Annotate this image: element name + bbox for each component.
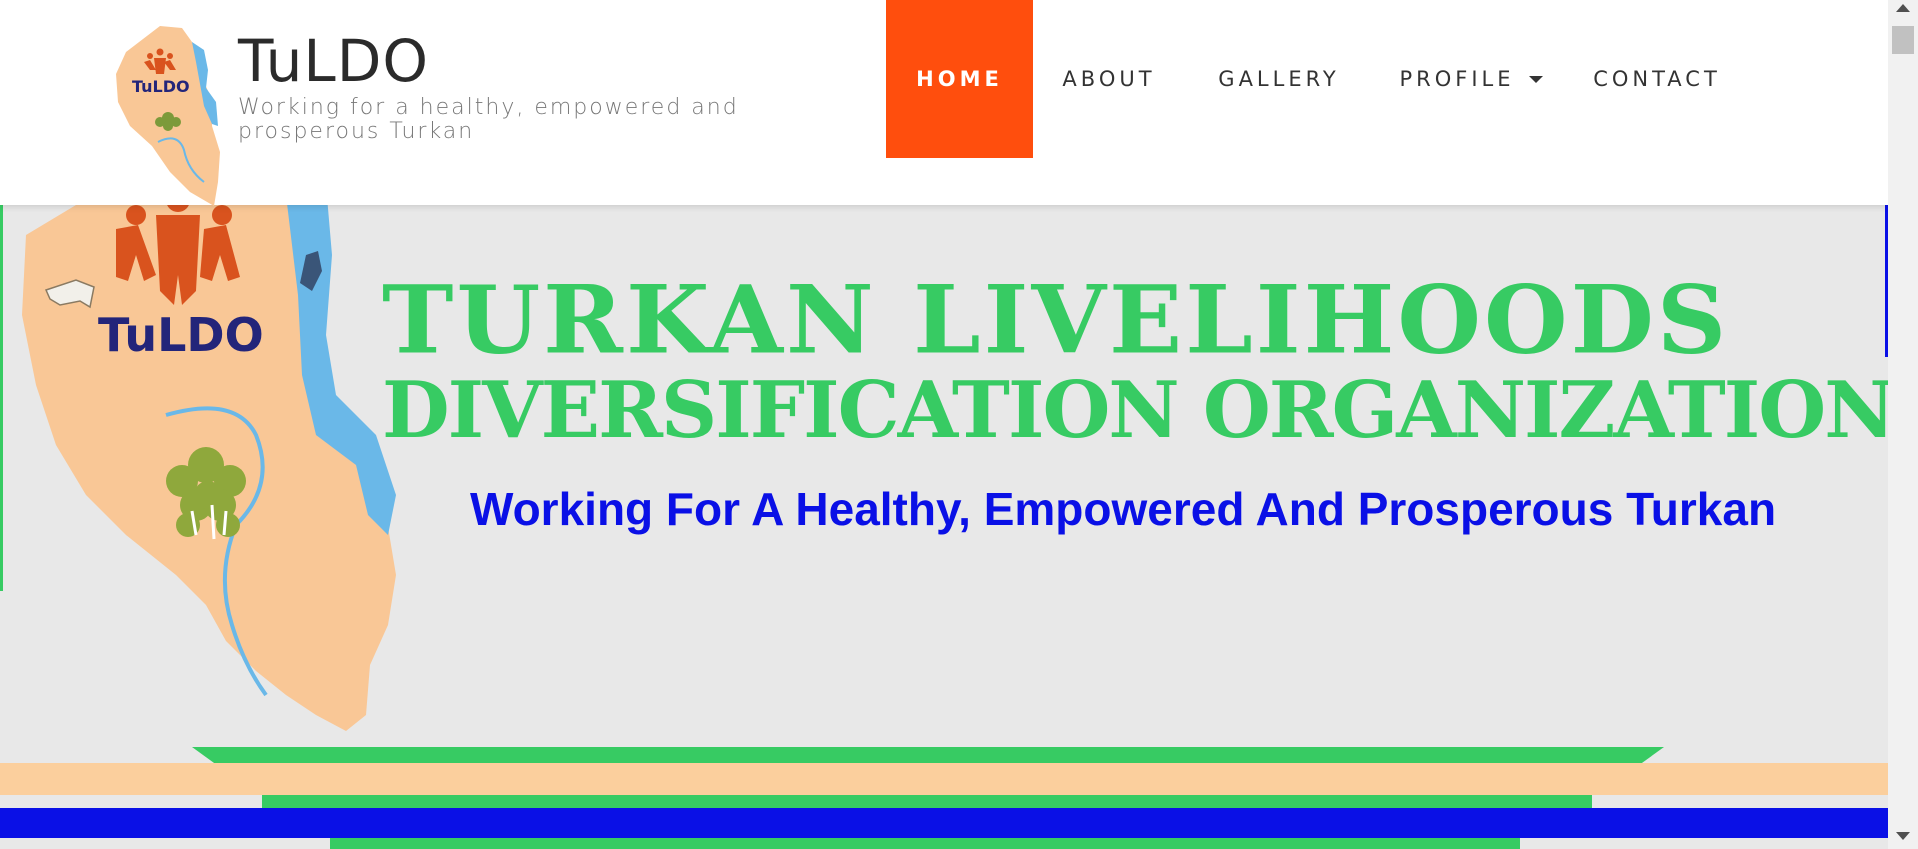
arrow-down-icon[interactable]: [1896, 832, 1910, 840]
site-tagline: Working for a healthy, empowered and pro…: [238, 95, 739, 144]
banner-left-border: [0, 205, 3, 591]
green-stripe: [192, 747, 1664, 763]
scrollbar-thumb[interactable]: [1892, 26, 1914, 54]
site-header: TuLDO TuLDO Working for a healthy, empow…: [0, 0, 1888, 206]
banner-title-line2: DIVERSIFICATION ORGANIZATION: [382, 365, 1888, 456]
banner-subtitle: Working For A Healthy, Empowered And Pro…: [470, 483, 1777, 535]
nav-gallery[interactable]: GALLERY: [1185, 0, 1373, 158]
nav-about[interactable]: ABOUT: [1033, 0, 1185, 158]
main-navigation: HOME ABOUT GALLERY PROFILE CONTACT: [886, 0, 1745, 158]
site-title[interactable]: TuLDO: [238, 28, 429, 94]
nav-home[interactable]: HOME: [886, 0, 1033, 158]
tuldo-logo-icon: TuLDO: [116, 26, 220, 206]
green-stripe: [330, 838, 1520, 849]
blue-stripe: [0, 808, 1888, 838]
nav-contact[interactable]: CONTACT: [1569, 0, 1745, 158]
banner-title-line1: TURKAN LIVELIHOODS: [382, 264, 1730, 375]
banner-logo-text: TuLDO: [98, 308, 264, 362]
chevron-down-icon: [1528, 75, 1543, 83]
hero-banner: TuLDO TURKAN LIVELIHOODS DIVERSIFICATION…: [0, 205, 1888, 849]
svg-text:TuLDO: TuLDO: [132, 77, 190, 96]
turkana-map-icon: TuLDO: [22, 205, 396, 731]
nav-profile-label: PROFILE: [1399, 67, 1515, 91]
arrow-up-icon[interactable]: [1896, 4, 1910, 12]
peach-stripe: [0, 763, 1888, 795]
nav-profile[interactable]: PROFILE: [1373, 0, 1569, 158]
vertical-scrollbar[interactable]: [1888, 0, 1918, 849]
